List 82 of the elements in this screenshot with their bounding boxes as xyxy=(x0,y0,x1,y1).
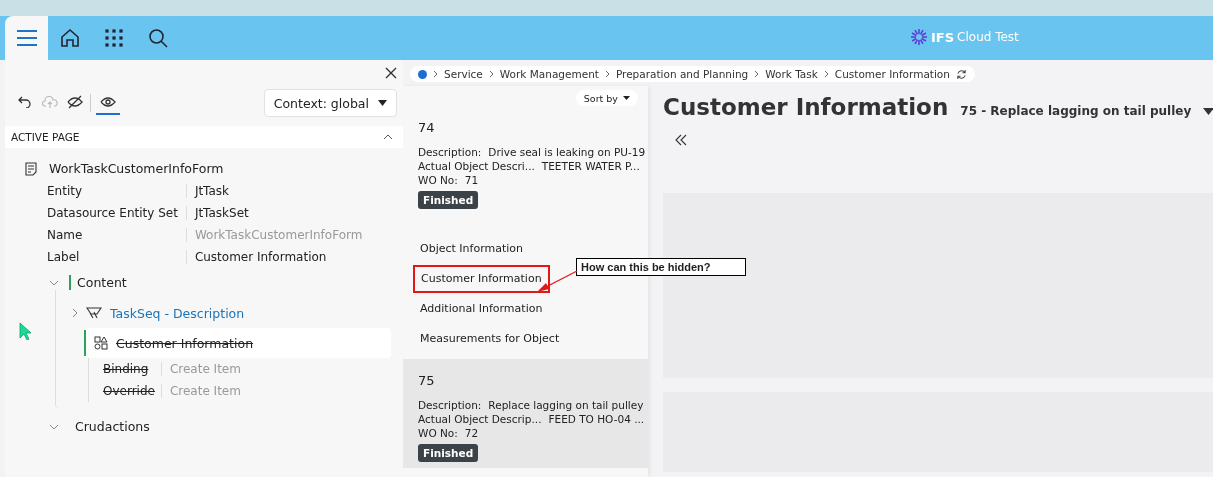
chevron-icon xyxy=(604,70,610,78)
nav-link[interactable]: Measurements for Object xyxy=(413,325,567,353)
section-title: ACTIVE PAGE xyxy=(11,131,80,143)
breadcrumb-link[interactable]: Service xyxy=(444,68,483,80)
field-value: TEETER WATER P... xyxy=(541,159,640,173)
logo-icon xyxy=(910,28,928,46)
status-dot-icon xyxy=(418,69,427,79)
caret-icon xyxy=(378,100,387,106)
field-label: Actual Object Descrip... xyxy=(418,412,542,426)
sort-button[interactable]: Sort by xyxy=(575,90,638,106)
close-icon xyxy=(385,67,397,79)
breadcrumb-link[interactable]: Work Task xyxy=(765,68,818,80)
property-label: Binding xyxy=(103,362,162,376)
apps-grid-icon xyxy=(105,29,123,47)
breadcrumb-link[interactable]: Preparation and Planning xyxy=(615,68,749,80)
refresh-icon[interactable] xyxy=(955,68,967,80)
double-chevron-icon xyxy=(675,134,687,146)
chevron-icon xyxy=(383,134,393,140)
nav-link[interactable]: Object Information xyxy=(413,235,530,263)
tree-item[interactable]: Customer Information xyxy=(84,328,391,358)
field-label: Actual Object Descri... xyxy=(418,159,535,173)
breadcrumb-link[interactable]: Work Management xyxy=(499,68,599,80)
field-icon xyxy=(86,306,102,320)
chevron-icon xyxy=(754,70,760,78)
home-icon xyxy=(60,28,80,48)
chevron-icon xyxy=(433,70,438,78)
page-name: WorkTaskCustomerInfoForm xyxy=(49,161,224,176)
status-badge: Finished xyxy=(418,444,479,462)
tree-item[interactable]: TaskSeq - Description xyxy=(70,298,391,328)
field-label: Description: xyxy=(418,145,482,159)
status-badge: Finished xyxy=(418,191,479,209)
record-card[interactable]: 75 Description: Replace lagging on tail pulley Actual Object Descrip... FEED TO HO-04 ... WO No: 72 Finished xyxy=(403,359,648,468)
record-number: 74 xyxy=(418,120,435,135)
property-value: JtTask xyxy=(193,184,231,198)
property-label: Entity xyxy=(47,184,187,198)
eye-icon xyxy=(100,96,116,108)
menu-button[interactable] xyxy=(5,16,48,60)
page-title: Customer Information xyxy=(663,94,949,120)
tree-node[interactable]: Crudactions xyxy=(69,419,150,434)
undo-icon xyxy=(18,96,32,108)
field-value: 71 xyxy=(464,173,479,187)
nav-link[interactable]: Customer Information xyxy=(413,265,550,293)
chevron-icon xyxy=(72,308,78,318)
property-value: JtTaskSet xyxy=(193,206,250,220)
chevron-icon xyxy=(488,70,494,78)
field-value: FEED TO HO-04 ... xyxy=(548,412,645,426)
close-button[interactable] xyxy=(383,65,399,81)
cursor-icon xyxy=(19,322,31,340)
caret-icon xyxy=(623,96,630,100)
shapes-icon xyxy=(94,336,108,350)
search-icon xyxy=(148,28,168,48)
record-card[interactable]: 74 Description: Drive seal is leaking on PU-19 Actual Object Descri... TEETER WATER P... WO No: 71 Finished xyxy=(403,106,648,215)
property-label: Name xyxy=(47,228,187,242)
property-label: Override xyxy=(103,384,162,398)
chevron-icon xyxy=(823,70,829,78)
cloud-upload-icon xyxy=(42,95,58,109)
property-value: WorkTaskCustomerInfoForm xyxy=(193,228,364,242)
field-label: Description: xyxy=(418,398,482,412)
product-name: Cloud Test xyxy=(957,30,1019,44)
field-value: Replace lagging on tail pulley xyxy=(488,398,644,412)
property-value: Customer Information xyxy=(193,250,328,264)
field-label: WO No: xyxy=(418,426,458,440)
callout-note: How can this be hidden? xyxy=(576,258,746,276)
property-label: Datasource Entity Set xyxy=(47,206,187,220)
field-label: WO No: xyxy=(418,173,458,187)
menu-icon xyxy=(15,29,38,47)
record-selector[interactable]: 75 - Replace lagging on tail pulley xyxy=(960,104,1213,118)
brand-name: IFS xyxy=(931,29,955,45)
property-label: Label xyxy=(47,250,187,264)
document-icon xyxy=(25,161,37,176)
nav-link[interactable]: Additional Information xyxy=(413,295,550,323)
tree-node[interactable]: Content xyxy=(69,275,127,290)
field-value: 72 xyxy=(464,426,479,440)
field-value: Drive seal is leaking on PU-19 xyxy=(488,145,646,159)
eye-off-icon xyxy=(67,95,83,109)
caret-icon xyxy=(1203,107,1213,115)
breadcrumb-link[interactable]: Customer Information xyxy=(834,68,950,80)
context-dropdown[interactable]: Context: global xyxy=(263,89,397,117)
chevron-icon[interactable] xyxy=(49,279,59,286)
record-number: 75 xyxy=(418,373,435,388)
section-header[interactable]: ACTIVE PAGE xyxy=(5,126,403,148)
chevron-icon[interactable] xyxy=(49,423,59,430)
